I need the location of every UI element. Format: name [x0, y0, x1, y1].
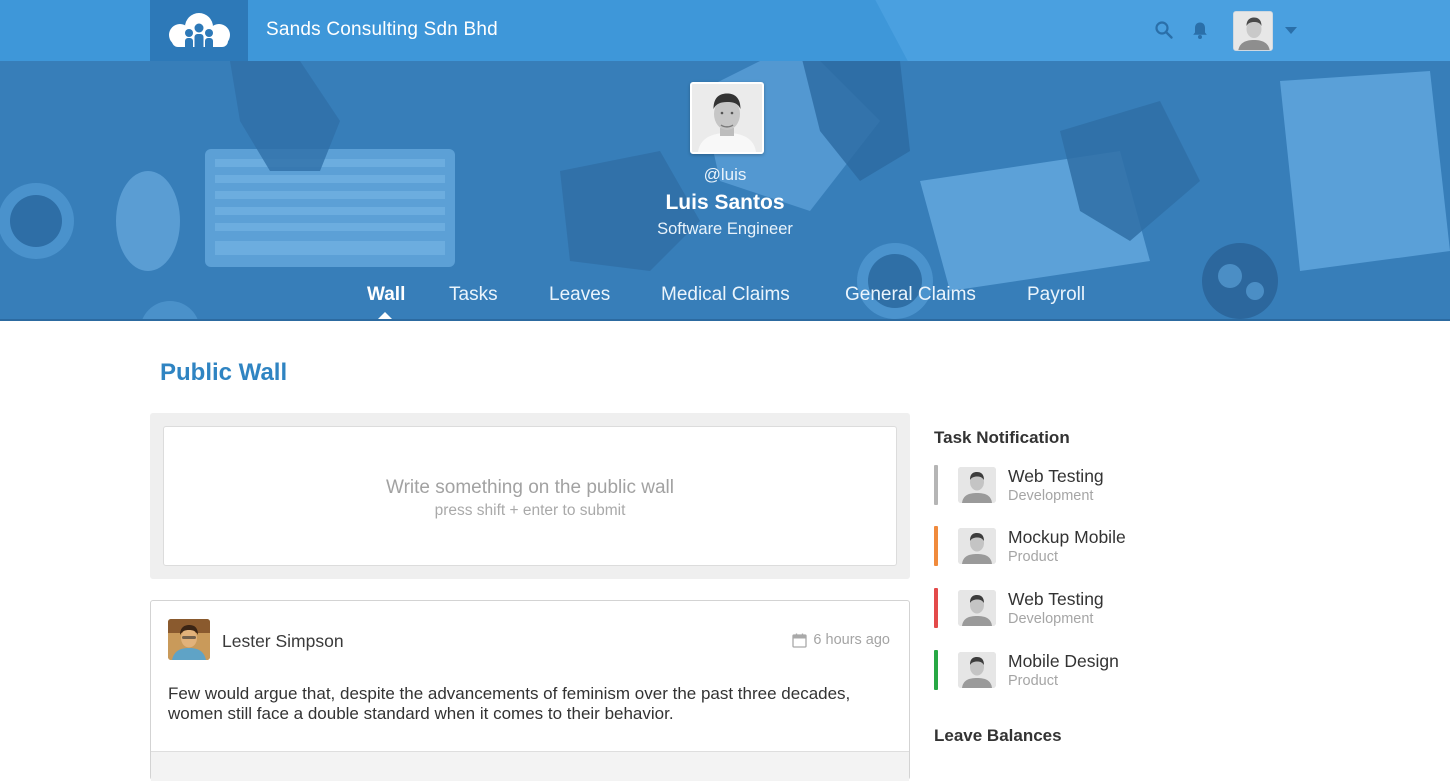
task-avatar [958, 590, 996, 626]
tab-wall[interactable]: Wall [367, 284, 405, 306]
calendar-icon [792, 633, 808, 648]
top-bar: Sands Consulting Sdn Bhd [0, 0, 1450, 61]
profile-hero: @luis Luis Santos Software Engineer Wall… [0, 61, 1450, 321]
post-author-avatar[interactable] [168, 619, 210, 660]
profile-nav: Wall Tasks Leaves Medical Claims General… [0, 284, 1450, 314]
logo-button[interactable] [150, 0, 248, 61]
task-item[interactable]: Web Testing Development [934, 465, 1234, 505]
bell-icon [1193, 22, 1207, 39]
profile-name: Luis Santos [665, 191, 785, 214]
task-department: Product [1008, 673, 1058, 689]
post-body: Few would argue that, despite the advanc… [168, 684, 851, 723]
post-timestamp: 6 hours ago [792, 632, 890, 648]
avatar [958, 590, 996, 626]
chevron-down-icon[interactable] [1285, 27, 1297, 34]
wall-post-input[interactable]: Write something on the public wall press… [163, 426, 897, 566]
avatar [958, 528, 996, 564]
task-name: Mockup Mobile [1008, 527, 1126, 547]
search-icon [1155, 21, 1173, 39]
company-name: Sands Consulting Sdn Bhd [266, 19, 498, 40]
task-status-bar [934, 650, 938, 690]
post-footer [151, 751, 909, 781]
task-item[interactable]: Mobile Design Product [934, 650, 1234, 690]
profile-photo[interactable] [690, 82, 764, 154]
avatar [168, 619, 210, 660]
tab-leaves[interactable]: Leaves [549, 284, 610, 306]
leave-balances-heading: Leave Balances [934, 726, 1062, 745]
post-time-text: 6 hours ago [813, 632, 890, 648]
composer-placeholder: Write something on the public wall [386, 477, 674, 498]
profile-job-title: Software Engineer [657, 220, 793, 238]
tab-medical-claims[interactable]: Medical Claims [661, 284, 790, 306]
task-avatar [958, 528, 996, 564]
avatar [958, 652, 996, 688]
avatar [1234, 12, 1272, 50]
avatar [692, 84, 762, 152]
task-avatar [958, 467, 996, 503]
task-notification-heading: Task Notification [934, 428, 1070, 447]
task-item[interactable]: Web Testing Development [934, 588, 1234, 628]
profile-handle: @luis [703, 165, 747, 184]
task-name: Mobile Design [1008, 651, 1119, 671]
task-name: Web Testing [1008, 589, 1104, 609]
task-avatar [958, 652, 996, 688]
task-item[interactable]: Mockup Mobile Product [934, 526, 1234, 566]
task-status-bar [934, 588, 938, 628]
composer-container: Write something on the public wall press… [150, 413, 910, 579]
page-title: Public Wall [160, 359, 288, 386]
notifications-button[interactable] [1189, 19, 1211, 41]
task-status-bar [934, 526, 938, 566]
active-tab-indicator [377, 312, 393, 319]
composer-hint: press shift + enter to submit [434, 502, 626, 519]
search-button[interactable] [1153, 19, 1175, 41]
task-name: Web Testing [1008, 466, 1104, 486]
task-department: Development [1008, 488, 1094, 504]
wall-post: Lester Simpson 6 hours ago Few would arg… [150, 600, 910, 781]
avatar [958, 467, 996, 503]
cloud-people-logo-icon [169, 12, 230, 50]
post-author-name[interactable]: Lester Simpson [222, 631, 344, 652]
task-department: Product [1008, 549, 1058, 565]
tab-general-claims[interactable]: General Claims [845, 284, 976, 306]
task-status-bar [934, 465, 938, 505]
tab-tasks[interactable]: Tasks [449, 284, 498, 306]
tab-payroll[interactable]: Payroll [1027, 284, 1085, 306]
user-avatar-button[interactable] [1233, 11, 1273, 51]
task-department: Development [1008, 611, 1094, 627]
